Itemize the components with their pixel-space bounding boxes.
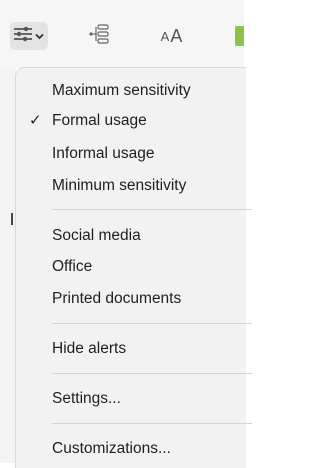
- list-tree-icon: [88, 23, 110, 49]
- text-cursor-mark: [11, 213, 13, 225]
- toolbar: A A: [0, 0, 244, 68]
- font-size-button[interactable]: A A: [150, 22, 194, 50]
- menu-item-label: Hide alerts: [52, 340, 127, 357]
- font-size-large-label: A: [170, 25, 184, 46]
- menu-item-label: Informal usage: [52, 145, 155, 162]
- list-tree-button[interactable]: [85, 22, 113, 50]
- menu-item-formal-usage[interactable]: ✓ Formal usage: [16, 108, 246, 134]
- menu-item-label: Settings...: [52, 390, 121, 407]
- menu-item-minimum-sensitivity[interactable]: Minimum sensitivity: [16, 173, 246, 199]
- menu-separator: [52, 209, 252, 210]
- menu-item-label: Social media: [52, 227, 141, 244]
- menu-item-label: Formal usage: [52, 112, 147, 129]
- menu-item-label: Customizations...: [52, 440, 171, 457]
- menu-separator: [52, 323, 252, 324]
- font-size-small-label: A: [160, 28, 171, 44]
- sliders-icon: [13, 26, 35, 47]
- background-panel: [0, 68, 16, 463]
- sensitivity-dropdown-menu: Maximum sensitivity ✓ Formal usage Infor…: [16, 68, 252, 468]
- menu-item-label: Maximum sensitivity: [52, 82, 191, 99]
- menu-item-social-media[interactable]: Social media: [16, 223, 246, 249]
- menu-item-informal-usage[interactable]: Informal usage: [16, 141, 246, 167]
- menu-separator: [52, 373, 252, 374]
- menu-separator: [52, 423, 252, 424]
- menu-item-hide-alerts[interactable]: Hide alerts: [16, 336, 246, 362]
- filter-menu-button[interactable]: [10, 22, 48, 50]
- menu-item-printed-documents[interactable]: Printed documents: [16, 286, 246, 312]
- menu-item-settings[interactable]: Settings...: [16, 386, 246, 412]
- menu-item-maximum-sensitivity[interactable]: Maximum sensitivity: [16, 78, 246, 104]
- menu-item-label: Printed documents: [52, 290, 182, 307]
- chevron-down-icon: [34, 27, 46, 45]
- color-swatch-button[interactable]: [235, 26, 244, 46]
- menu-item-label: Office: [52, 258, 93, 275]
- menu-item-customizations[interactable]: Customizations...: [16, 436, 246, 462]
- menu-item-office[interactable]: Office: [16, 254, 246, 280]
- checkmark-icon: ✓: [29, 112, 42, 129]
- menu-item-label: Minimum sensitivity: [52, 177, 187, 194]
